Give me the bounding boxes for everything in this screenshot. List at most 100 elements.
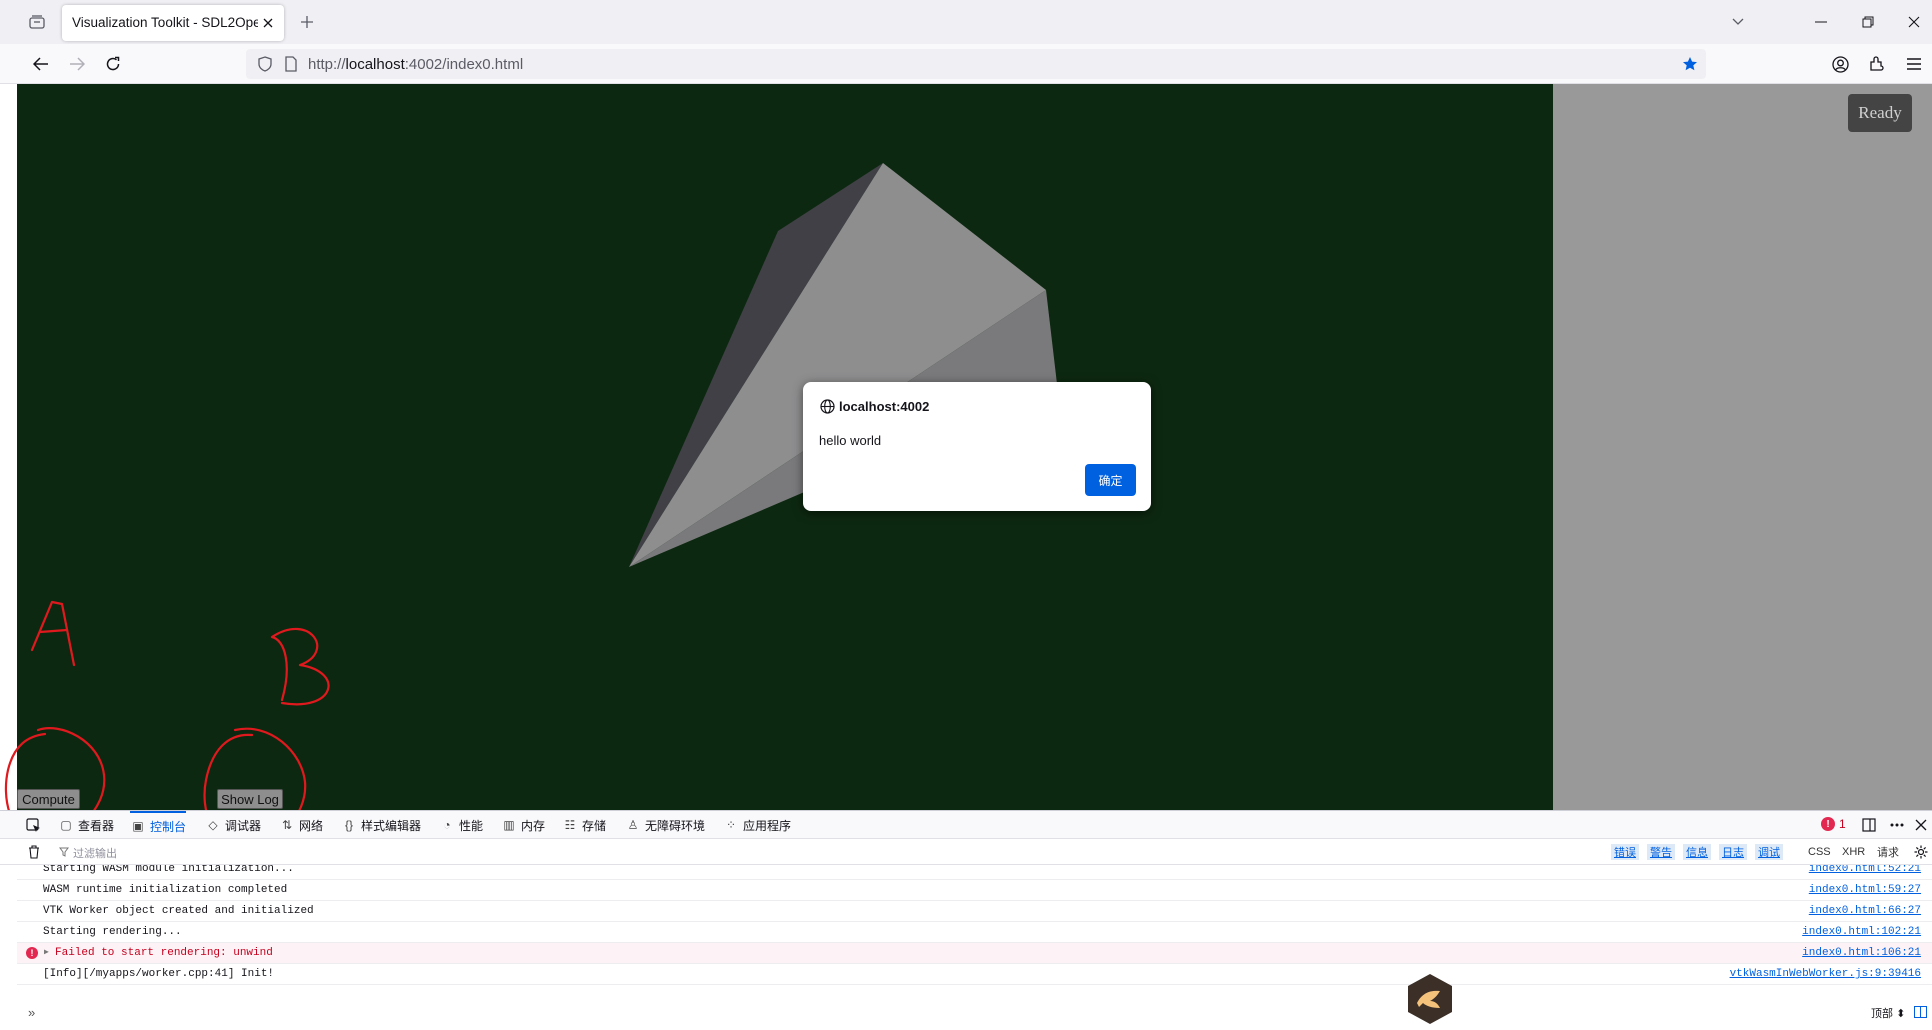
filter-output-input[interactable]: 过滤输出 [73,845,117,861]
close-tab-icon[interactable] [258,13,278,33]
dialog-message: hello world [819,433,882,448]
compute-button[interactable]: Compute [17,789,80,809]
page-info-icon[interactable] [282,55,300,73]
devtools-tab[interactable]: ⁘ 应用程序 [723,811,791,839]
devtools-tab-label: 网络 [299,818,324,833]
level-filter-button[interactable]: 警告 [1647,844,1675,860]
devtools-tab-label: 性能 [459,818,484,833]
devtools-tab[interactable]: ◇ 调试器 [205,811,261,839]
address-bar[interactable]: http://localhost:4002/index0.html [246,49,1706,79]
dock-side-icon[interactable] [1860,816,1878,834]
level-filter-button[interactable]: 调试 [1755,844,1783,860]
url-rest: :4002/index0.html [404,56,524,73]
devtools-tab[interactable]: ▥ 内存 [501,811,545,839]
log-source-link[interactable]: vtkWasmInWebWorker.js:9:39416 [1730,968,1921,980]
debugger-icon: ◇ [208,818,218,832]
log-source-link[interactable]: index0.html:66:27 [1809,905,1921,917]
devtools-tab-label: 样式编辑器 [361,818,422,833]
performance-icon: ◔ [443,818,451,832]
console-log-row[interactable]: WASM runtime initialization completed ind… [17,880,1932,901]
restore-icon[interactable] [1857,12,1879,32]
account-icon[interactable] [1829,53,1851,75]
request-filter-button[interactable]: CSS [1808,844,1831,860]
level-filter-button[interactable]: 错误 [1611,844,1639,860]
bookmark-star-icon[interactable] [1680,54,1700,74]
forward-icon[interactable] [66,53,88,75]
devtools-tab-label: 内存 [521,818,546,833]
side-panel [1553,84,1932,810]
console-input-line[interactable]: » 顶部 ⬍ [0,974,1932,1030]
minimize-icon[interactable] [1810,12,1832,32]
log-source-link[interactable]: index0.html:59:27 [1809,884,1921,896]
tracking-protection-shield-icon[interactable] [256,55,274,73]
devtools-tab[interactable]: ☷ 存储 [562,811,606,839]
devtools-tab-label: 存储 [582,818,607,833]
dialog-ok-button[interactable]: 确定 [1085,464,1136,496]
editor-mode-icon[interactable] [1912,1005,1928,1019]
devtools-tab[interactable]: ◔ 性能 [439,811,483,839]
menu-icon[interactable] [1903,53,1925,75]
more-options-icon[interactable] [1887,816,1907,834]
back-icon[interactable] [30,53,52,75]
log-message: VTK Worker object created and initialize… [43,905,314,917]
devtools-tab[interactable]: ▣ 控制台 [130,811,187,839]
log-source-link[interactable]: index0.html:52:21 [1809,865,1921,875]
close-window-icon[interactable] [1903,12,1925,32]
log-message: Failed to start rendering: unwind [55,947,273,959]
log-source-link[interactable]: index0.html:102:21 [1802,926,1921,938]
level-filter-button[interactable]: 日志 [1719,844,1747,860]
devtools-panel: ▢ 查看器 ▣ 控制台 ◇ 调试器 ⇅ 网络 {} 样式编辑器 ◔ 性能 ▥ 内存 ☷ 存储 ♙ 无障碍环境 ⁘ 应用… [0,810,1932,1029]
application-icon: ⁘ [725,818,737,832]
log-message: WASM runtime initialization completed [43,884,288,896]
log-message: [Info][/myapps/worker.cpp:41] Init! [43,968,275,980]
url-host: localhost [345,56,405,73]
console-icon: ▣ [132,819,144,833]
context-selector[interactable]: 顶部 ⬍ [1871,1005,1905,1021]
level-filter-button[interactable]: 信息 [1683,844,1711,860]
console-log-row[interactable]: [Info][/myapps/worker.cpp:41] Init! vtkWa… [17,964,1932,985]
updown-icon: ⬍ [1896,1008,1906,1020]
error-count-badge[interactable]: ! 1 [1821,817,1846,831]
url-text[interactable]: http://localhost:4002/index0.html [308,56,523,73]
request-filter-button[interactable]: XHR [1842,844,1865,860]
log-message: Starting WASM module initialization... [43,865,294,875]
dialog-origin: localhost:4002 [839,399,930,414]
close-devtools-icon[interactable] [1912,816,1930,834]
devtools-tab-label: 查看器 [78,818,115,833]
list-all-tabs-icon[interactable] [1727,12,1749,32]
rendered-pyramid [629,163,1057,567]
globe-icon [819,398,835,414]
error-icon: ! [1821,817,1835,831]
devtools-tab[interactable]: {} 样式编辑器 [341,811,421,839]
devtools-tab[interactable]: ♙ 无障碍环境 [625,811,705,839]
navigation-toolbar: http://localhost:4002/index0.html [0,44,1932,84]
browser-tab[interactable]: Visualization Toolkit - SDL2OpenGL [62,5,284,41]
alert-dialog: localhost:4002 hello world 确定 [803,382,1151,511]
error-count: 1 [1839,817,1846,831]
expand-triangle-icon[interactable]: ▶ [44,947,49,957]
error-icon: ! [26,947,38,959]
request-filter-button[interactable]: 请求 [1877,844,1899,860]
tab-list-icon[interactable] [26,12,48,32]
console-settings-gear-icon[interactable] [1913,844,1929,860]
show-log-button[interactable]: Show Log [217,789,283,809]
console-log-row[interactable]: Starting rendering... index0.html:102:21 [17,922,1932,943]
console-filter-bar: 过滤输出 错误 警告 信息 日志 调试 CSS XHR 请求 [0,839,1932,865]
log-message: Starting rendering... [43,926,182,938]
console-log-row[interactable]: VTK Worker object created and initialize… [17,901,1932,922]
ready-status: Ready [1848,94,1912,132]
new-tab-icon[interactable] [296,12,318,32]
clear-console-icon[interactable] [26,844,42,860]
reload-icon[interactable] [102,53,124,75]
render-viewport[interactable] [17,84,1553,810]
tab-title: Visualization Toolkit - SDL2OpenGL [72,15,258,30]
console-log-row[interactable]: Starting WASM module initialization... in… [17,865,1932,880]
filter-icon [58,845,70,859]
style-editor-icon: {} [344,818,353,832]
log-source-link[interactable]: index0.html:106:21 [1802,947,1921,959]
devtools-tab[interactable]: ⇅ 网络 [279,811,323,839]
extensions-icon[interactable] [1866,53,1888,75]
element-picker-icon[interactable] [24,816,42,834]
console-error-row[interactable]: ! ▶ Failed to start rendering: unwind index… [17,943,1932,964]
devtools-tab[interactable]: ▢ 查看器 [58,811,114,839]
